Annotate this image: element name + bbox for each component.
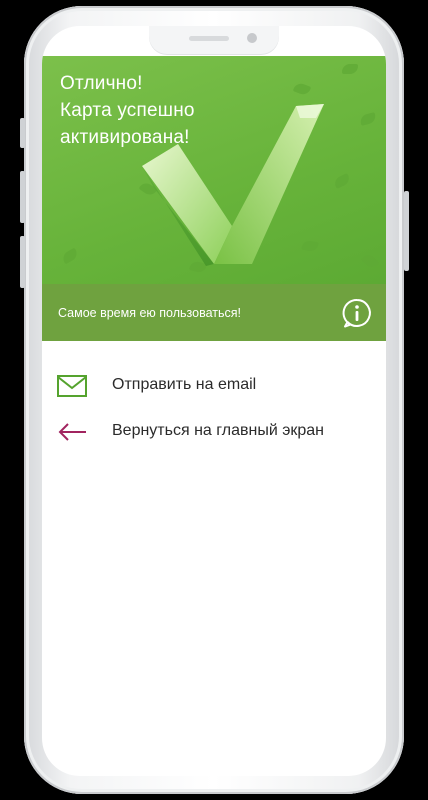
success-title-line-3: активирована! — [60, 127, 190, 148]
mail-icon — [57, 375, 87, 397]
success-title-line-1: Отлично! — [60, 73, 143, 94]
hint-text: Самое время ею пользоваться! — [58, 306, 241, 320]
back-to-home-label: Вернуться на главный экран — [112, 422, 324, 439]
info-icon[interactable] — [341, 297, 373, 329]
front-camera — [247, 33, 257, 43]
send-email-action[interactable]: Отправить на email — [42, 366, 386, 406]
volume-down-button — [20, 236, 25, 288]
arrow-left-icon — [58, 423, 86, 441]
success-title-line-2: Карта успешно — [60, 100, 195, 121]
volume-up-button — [20, 171, 25, 223]
notch — [149, 26, 279, 54]
success-title: Отлично! Карта успешно активирована! — [60, 70, 270, 151]
back-to-home-action[interactable]: Вернуться на главный экран — [42, 412, 386, 452]
phone-screen: Отлично! Карта успешно активирована! Сам… — [42, 26, 386, 776]
success-banner: Отлично! Карта успешно активирована! — [42, 56, 386, 316]
speaker-grille — [189, 36, 229, 41]
power-button — [404, 191, 409, 271]
send-email-label: Отправить на email — [112, 376, 257, 393]
mute-switch — [20, 118, 25, 148]
hint-bar: Самое время ею пользоваться! — [42, 284, 386, 341]
